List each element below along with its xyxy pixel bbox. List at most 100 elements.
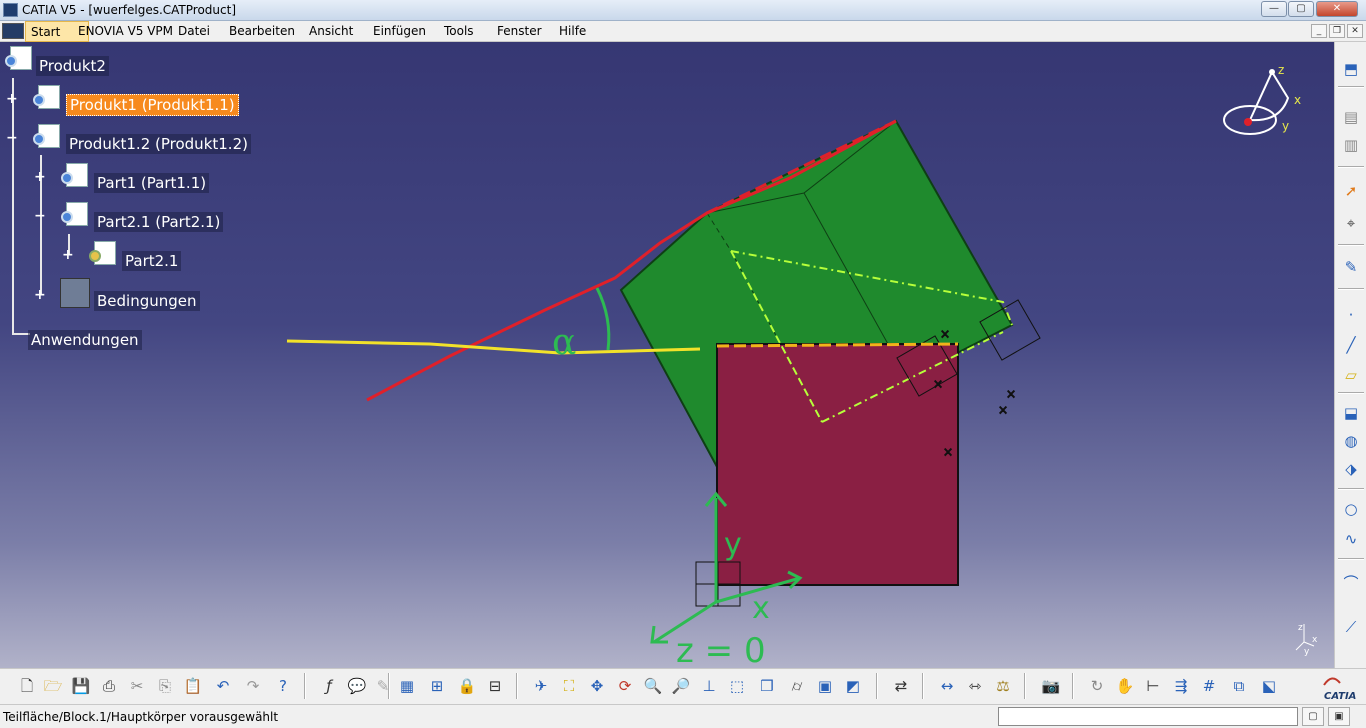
copy-icon[interactable]: ⎘ [154, 675, 176, 697]
hide-show-icon[interactable]: ◩ [842, 675, 864, 697]
menu-tools[interactable]: Tools [444, 24, 474, 38]
swap-visible-icon[interactable]: ⇄ [890, 675, 912, 697]
select-trap-icon[interactable]: ⌖ [1340, 212, 1362, 234]
circle-icon[interactable]: ○ [1340, 498, 1362, 520]
snap-icon[interactable]: ⊢ [1142, 675, 1164, 697]
redo-icon[interactable]: ↷ [242, 675, 264, 697]
constraints-icon[interactable]: ⬕ [1258, 675, 1280, 697]
expand-toggle-icon[interactable]: + [34, 170, 46, 184]
svg-text:×: × [940, 327, 950, 341]
analysis-icon[interactable]: ⟋ [1340, 616, 1362, 638]
menu-fenster[interactable]: Fenster [497, 24, 542, 38]
product-icon[interactable] [33, 85, 60, 109]
catalog-icon[interactable]: ▤ [1340, 106, 1362, 128]
point-icon[interactable]: · [1340, 304, 1362, 326]
status-button-2[interactable]: ▣ [1328, 707, 1350, 726]
compass-icon[interactable]: ⇶ [1170, 675, 1192, 697]
law-icon[interactable]: ⌒ [1340, 572, 1362, 594]
whats-this-icon[interactable]: ? [272, 675, 294, 697]
iso-view-icon[interactable]: ⬚ [726, 675, 748, 697]
part-body-icon[interactable] [89, 241, 116, 265]
paste-icon[interactable]: 📋 [182, 675, 204, 697]
expand-toggle-icon[interactable]: + [6, 92, 18, 106]
extrude-icon[interactable]: ⬓ [1340, 402, 1362, 424]
tree-node-part2-1[interactable]: Part2.1 (Part2.1) [94, 212, 224, 232]
menu-ansicht[interactable]: Ansicht [309, 24, 353, 38]
assembly-workbench-icon[interactable]: ⬒ [1340, 58, 1362, 80]
status-button-1[interactable]: ▢ [1302, 707, 1324, 726]
tree-node-part2-1-body[interactable]: Part2.1 [122, 251, 182, 271]
save-icon[interactable]: 💾 [70, 675, 92, 697]
mdi-restore-button[interactable]: ❐ [1329, 24, 1345, 38]
formula-icon[interactable]: ƒ [318, 675, 340, 697]
select-arrow-icon[interactable]: ➚ [1340, 180, 1362, 202]
start-menu-icon[interactable] [2, 23, 24, 39]
shading-icon[interactable]: ▣ [814, 675, 836, 697]
constraints-icon[interactable] [60, 278, 90, 308]
collapse-toggle-icon[interactable]: − [34, 209, 46, 223]
tree-node-anwendungen[interactable]: Anwendungen [28, 330, 142, 350]
cut-icon[interactable]: ✂ [126, 675, 148, 697]
cylinder-view-icon[interactable]: ⌭ [786, 675, 808, 697]
compass-icon[interactable]: z x y [1220, 62, 1310, 152]
tree-node-produkt1-2[interactable]: Produkt1.2 (Produkt1.2) [66, 134, 251, 154]
mass-icon[interactable]: ⚖ [992, 675, 1014, 697]
comment-icon[interactable]: 💬 [346, 675, 368, 697]
plane-icon[interactable]: ▱ [1340, 364, 1362, 386]
3d-viewport[interactable]: × × × × × α y x z = 0 Produkt2 + Produkt… [0, 42, 1334, 668]
explode-icon[interactable]: ⧉ [1228, 675, 1250, 697]
capture-icon[interactable]: 📷 [1040, 675, 1062, 697]
minimize-button[interactable]: — [1261, 1, 1287, 17]
line-icon[interactable]: ╱ [1340, 334, 1362, 356]
menu-enovia[interactable]: ENOVIA V5 VPM [78, 24, 173, 38]
pan-icon[interactable]: ✥ [586, 675, 608, 697]
axis-label-y: y [724, 527, 742, 562]
menu-bearbeiten[interactable]: Bearbeiten [229, 24, 295, 38]
update-icon[interactable]: ↻ [1086, 675, 1108, 697]
maximize-button[interactable]: ▢ [1288, 1, 1314, 17]
open-icon[interactable]: 🗁 [42, 675, 64, 697]
tree-node-produkt2[interactable]: Produkt2 [36, 56, 109, 76]
lock-icon[interactable]: 🔒 [456, 675, 478, 697]
product-icon[interactable] [33, 124, 60, 148]
collapse-toggle-icon[interactable]: − [6, 131, 18, 145]
tree-node-part1[interactable]: Part1 (Part1.1) [94, 173, 210, 193]
box-view-icon[interactable]: ❒ [756, 675, 778, 697]
new-icon[interactable]: 🗋 [16, 675, 38, 697]
expand-toggle-icon[interactable]: + [34, 288, 46, 302]
close-button[interactable]: ✕ [1316, 1, 1358, 17]
mdi-close-button[interactable]: ✕ [1347, 24, 1363, 38]
print-icon[interactable]: ⎙ [98, 675, 120, 697]
part-icon[interactable] [61, 202, 88, 226]
menu-einfuegen[interactable]: Einfügen [373, 24, 426, 38]
spline-icon[interactable]: ∿ [1340, 528, 1362, 550]
menu-datei[interactable]: Datei [178, 24, 210, 38]
grid-icon[interactable]: # [1198, 675, 1220, 697]
catalog-2-icon[interactable]: ▥ [1340, 134, 1362, 156]
mdi-minimize-button[interactable]: _ [1311, 24, 1327, 38]
sketch-icon[interactable]: ✎ [1340, 256, 1362, 278]
manipulate-icon[interactable]: ✋ [1114, 675, 1136, 697]
undo-icon[interactable]: ↶ [212, 675, 234, 697]
part-icon[interactable] [61, 163, 88, 187]
fit-all-icon[interactable]: ⛶ [558, 675, 580, 697]
expand-toggle-icon[interactable]: + [62, 248, 74, 262]
rotate-icon[interactable]: ⟳ [614, 675, 636, 697]
zoom-in-icon[interactable]: 🔍 [642, 675, 664, 697]
parameters-icon[interactable]: ⊟ [484, 675, 506, 697]
command-input[interactable] [998, 707, 1298, 726]
knowledge-icon[interactable]: ✎ [372, 675, 394, 697]
menu-hilfe[interactable]: Hilfe [559, 24, 586, 38]
revolve-icon[interactable]: ◍ [1340, 430, 1362, 452]
measure-2-icon[interactable]: ⇿ [964, 675, 986, 697]
product-icon[interactable] [5, 46, 32, 70]
normal-view-icon[interactable]: ⊥ [698, 675, 720, 697]
zoom-out-icon[interactable]: 🔎 [670, 675, 692, 697]
tree-node-produkt1[interactable]: Produkt1 (Produkt1.1) [66, 94, 239, 116]
table-icon[interactable]: ▦ [396, 675, 418, 697]
measure-icon[interactable]: ↔ [936, 675, 958, 697]
sweep-icon[interactable]: ⬗ [1340, 458, 1362, 480]
fly-mode-icon[interactable]: ✈ [530, 675, 552, 697]
tree-node-bedingungen[interactable]: Bedingungen [94, 291, 200, 311]
product-structure-icon[interactable]: ⊞ [426, 675, 448, 697]
